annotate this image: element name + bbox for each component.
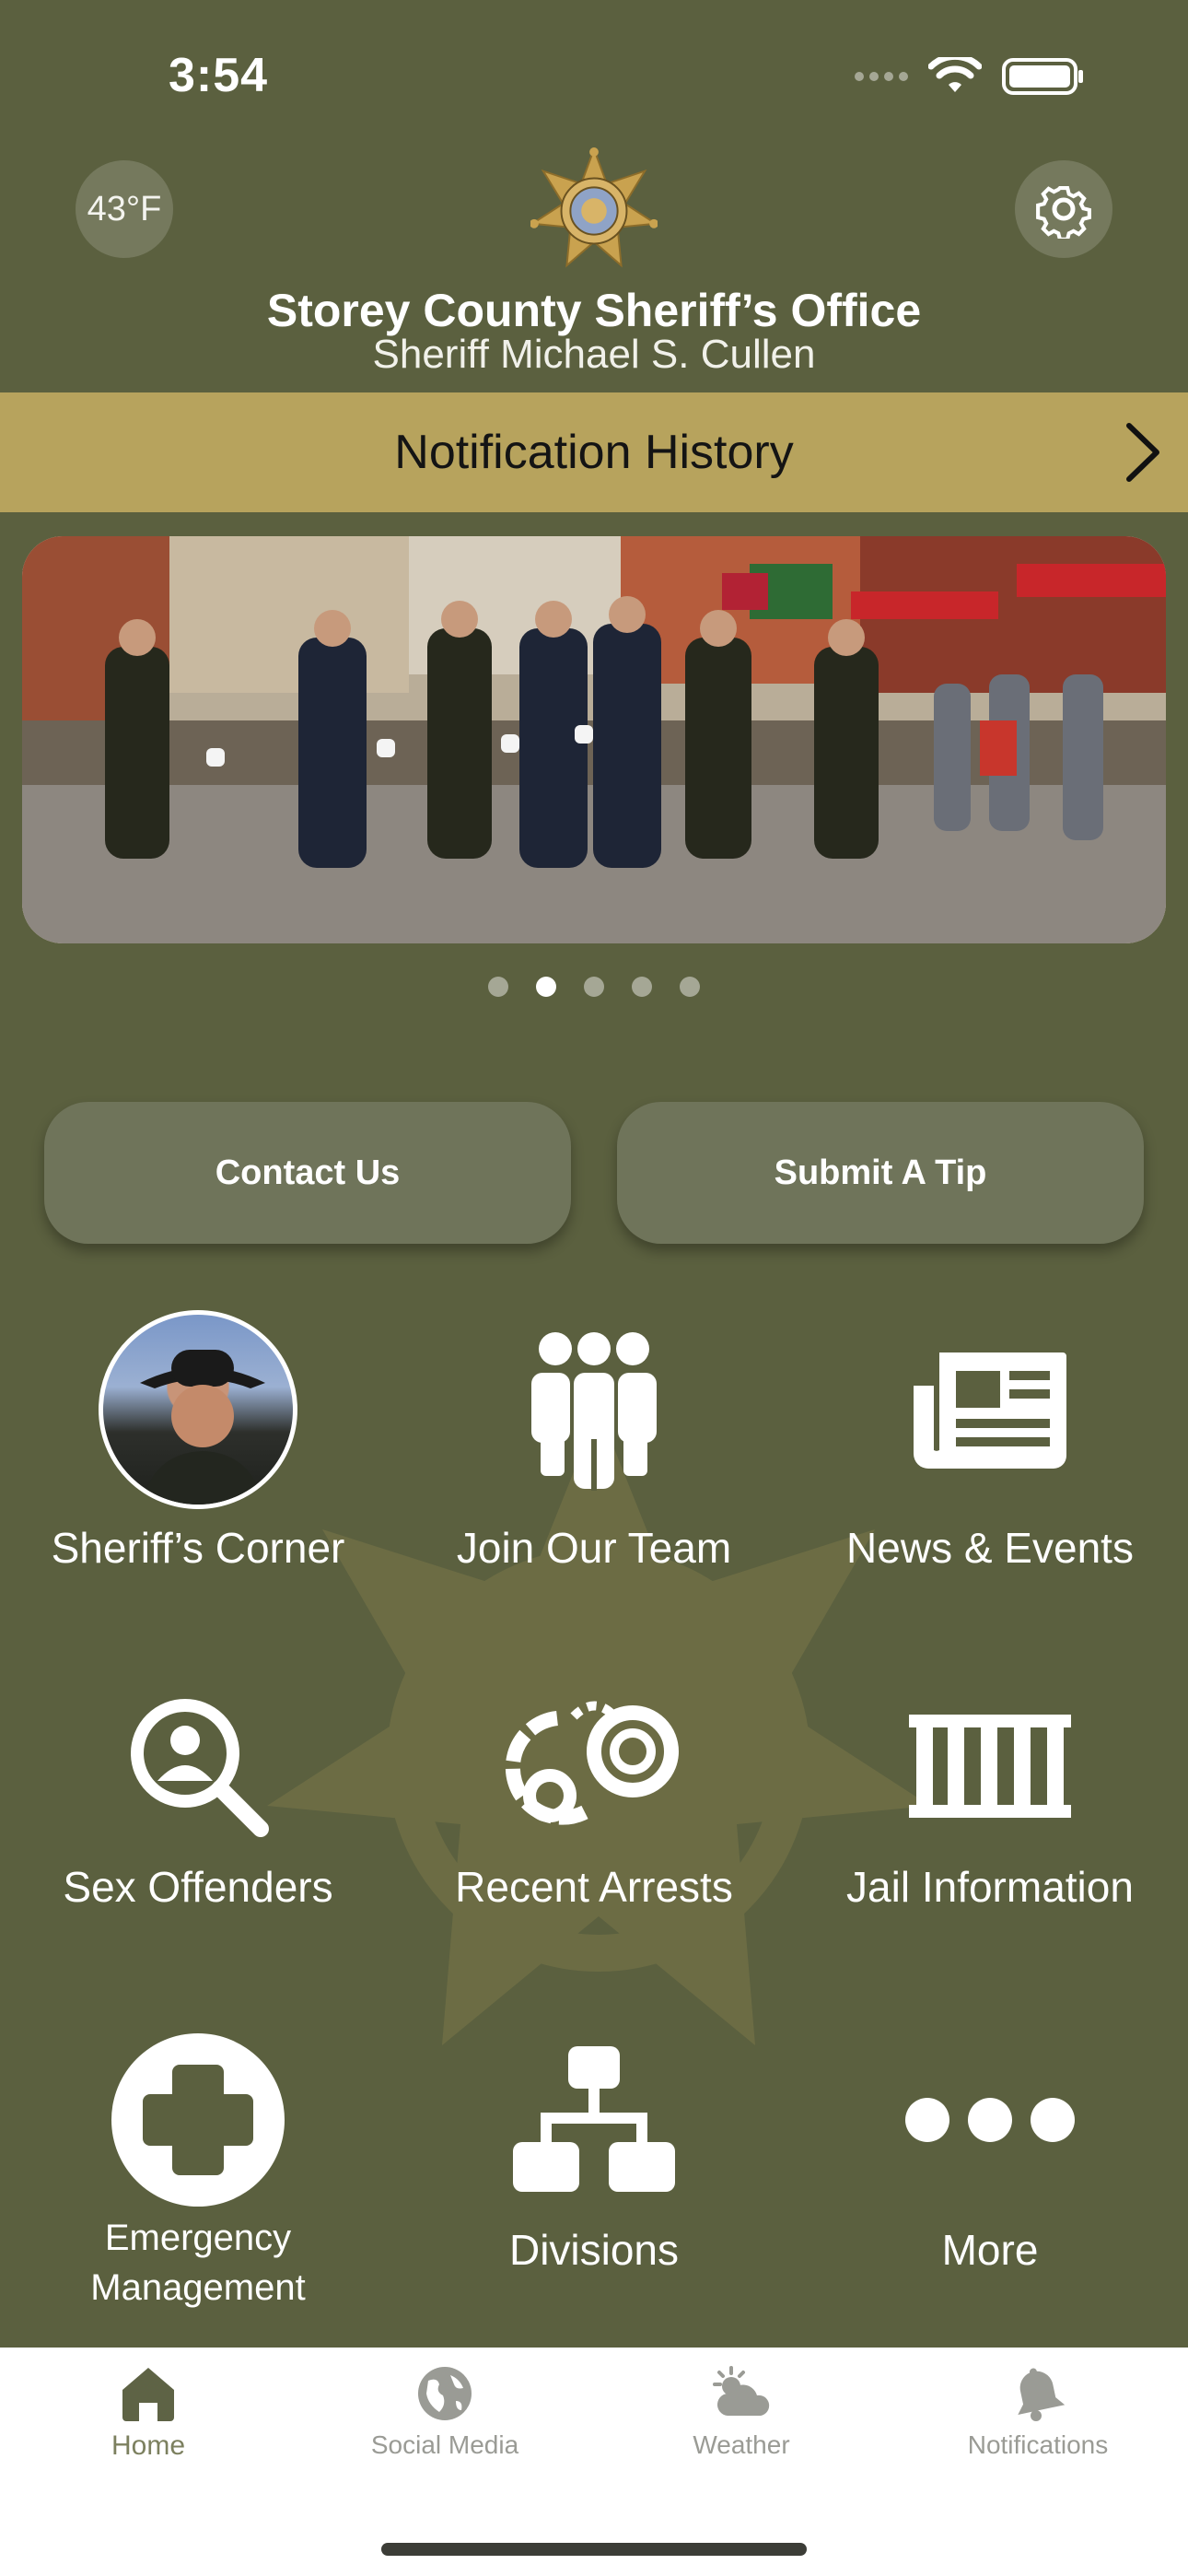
tab-label: Weather xyxy=(693,2430,790,2459)
medical-cross-icon xyxy=(111,2033,285,2207)
search-person-icon xyxy=(131,1699,269,1837)
tile-label: Emergency Management xyxy=(90,2213,305,2313)
carousel-dot[interactable] xyxy=(680,977,700,997)
battery-icon xyxy=(1002,58,1083,95)
bottom-tab-bar: Home Social Media Weather Notifications xyxy=(0,2348,1188,2576)
tile-label: News & Events xyxy=(846,1524,1134,1572)
tile-more[interactable]: More xyxy=(792,2032,1188,2276)
wifi-icon xyxy=(928,57,982,92)
tile-recent-arrests[interactable]: Recent Arrests xyxy=(396,1679,792,1913)
notification-history-label: Notification History xyxy=(394,426,794,479)
agency-title: Storey County Sheriff’s Office xyxy=(266,285,922,336)
tile-jail-information[interactable]: Jail Information xyxy=(792,1679,1188,1913)
temperature-badge[interactable]: 43°F xyxy=(76,160,173,258)
carousel-dot-active[interactable] xyxy=(536,977,556,997)
notification-history-bar[interactable]: Notification History xyxy=(0,392,1188,512)
sheriff-badge-logo xyxy=(530,147,658,268)
more-dots-icon xyxy=(905,2098,1075,2142)
org-chart-icon xyxy=(513,2046,675,2192)
sheriff-avatar xyxy=(99,1310,297,1509)
globe-icon xyxy=(418,2367,472,2420)
submit-tip-button[interactable]: Submit A Tip xyxy=(617,1102,1144,1244)
carousel-dot[interactable] xyxy=(632,977,652,997)
tile-label: Recent Arrests xyxy=(455,1863,733,1911)
tab-social-media[interactable]: Social Media xyxy=(297,2364,593,2460)
handcuffs-icon xyxy=(505,1701,679,1825)
tile-divisions[interactable]: Divisions xyxy=(396,2032,792,2276)
contact-us-button[interactable]: Contact Us xyxy=(44,1102,571,1244)
tab-weather[interactable]: Weather xyxy=(593,2364,890,2460)
status-indicators xyxy=(855,57,1085,96)
partly-cloudy-icon xyxy=(713,2366,770,2416)
gear-icon xyxy=(1036,185,1091,239)
tab-label: Home xyxy=(111,2430,186,2461)
tile-label: Jail Information xyxy=(846,1863,1134,1911)
tab-label: Social Media xyxy=(370,2430,519,2459)
tab-label: Notifications xyxy=(967,2430,1109,2459)
tile-emergency-management[interactable]: Emergency Management xyxy=(0,2032,396,2313)
tab-notifications[interactable]: Notifications xyxy=(890,2364,1186,2460)
chevron-right-icon xyxy=(1126,423,1159,482)
home-icon xyxy=(122,2368,174,2421)
carousel-dot[interactable] xyxy=(488,977,508,997)
hero-carousel-image[interactable] xyxy=(22,536,1166,943)
tile-sex-offenders[interactable]: Sex Offenders xyxy=(0,1679,396,1913)
status-time: 3:54 xyxy=(169,49,269,102)
tab-home[interactable]: Home xyxy=(0,2364,297,2462)
home-indicator[interactable] xyxy=(381,2543,807,2556)
people-group-icon xyxy=(531,1332,657,1491)
tile-label: Join Our Team xyxy=(456,1524,732,1572)
tile-label-line: Management xyxy=(90,2267,306,2308)
parade-photo xyxy=(22,536,1166,943)
tile-label: Sheriff’s Corner xyxy=(51,1524,345,1572)
jail-bars-icon xyxy=(909,1715,1071,1818)
tile-sheriffs-corner[interactable]: Sheriff’s Corner xyxy=(0,1310,396,1574)
cellular-signal-icon xyxy=(855,72,908,81)
tile-join-our-team[interactable]: Join Our Team xyxy=(396,1310,792,1574)
newspaper-icon xyxy=(914,1352,1066,1469)
settings-button[interactable] xyxy=(1015,160,1112,258)
tile-label: More xyxy=(941,2226,1039,2274)
tile-label: Sex Offenders xyxy=(63,1863,333,1911)
tile-news-events[interactable]: News & Events xyxy=(792,1310,1188,1574)
carousel-dot[interactable] xyxy=(584,977,604,997)
tile-label: Divisions xyxy=(508,2226,680,2274)
carousel-page-indicator[interactable] xyxy=(0,977,1188,997)
sheriff-name: Sheriff Michael S. Cullen xyxy=(372,332,816,377)
tile-label-line: Emergency xyxy=(104,2218,292,2258)
bell-icon xyxy=(1018,2368,1066,2421)
